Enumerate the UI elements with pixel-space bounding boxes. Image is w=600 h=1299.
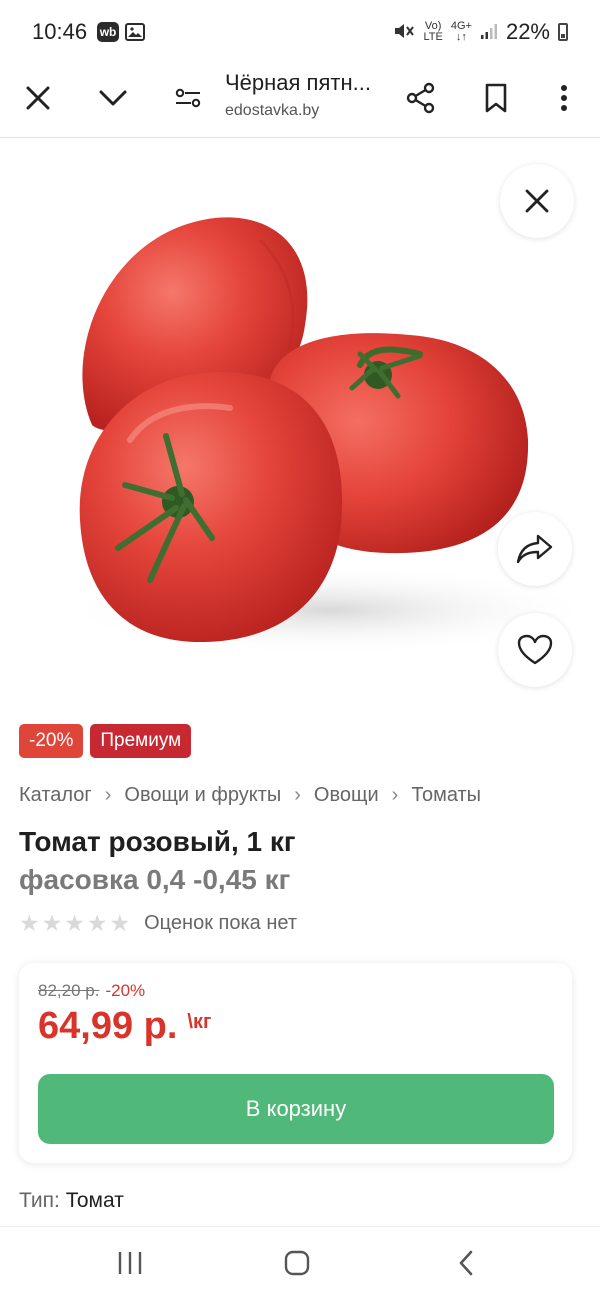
share-arrow-icon: [516, 534, 553, 564]
product-title: Томат розовый, 1 кг: [19, 826, 296, 857]
product-rating[interactable]: ★ ★ ★ ★ ★ Оценок пока нет: [19, 910, 297, 936]
close-gallery-button[interactable]: [500, 164, 574, 238]
share-icon[interactable]: [401, 78, 441, 118]
breadcrumb-item-fruits-vegetables[interactable]: Овощи и фрукты: [124, 784, 281, 807]
attribute-type: Тип: Томат: [19, 1189, 124, 1213]
status-right: Vo) LTE 4G+ ↓↑ 22%: [393, 19, 568, 45]
page-title: Чёрная пятн...: [225, 70, 371, 95]
discount-badge: -20%: [19, 724, 84, 758]
4g-bottom: ↓↑: [455, 31, 467, 43]
volte-indicator: Vo) LTE: [423, 21, 442, 43]
close-icon[interactable]: [18, 78, 58, 118]
mute-icon: [393, 21, 415, 44]
old-price: 82,20 р.: [38, 981, 100, 1000]
premium-badge: Премиум: [90, 724, 192, 758]
status-bar: 10:46 wb Vo) LTE 4G+ ↓↑ 22%: [0, 0, 600, 64]
breadcrumb-item-catalog[interactable]: Каталог: [19, 784, 92, 807]
current-price: 64,99 р.: [38, 1005, 178, 1047]
breadcrumb-item-tomatoes[interactable]: Томаты: [411, 784, 481, 807]
star-icon: ★: [41, 910, 63, 936]
price-unit: \кг: [187, 1011, 212, 1033]
star-icon: ★: [109, 910, 131, 936]
price-discount: -20%: [105, 981, 146, 1000]
browser-toolbar: Чёрная пятн... edostavka.by: [0, 64, 600, 138]
more-options-icon[interactable]: [544, 78, 584, 118]
product-packaging: фасовка 0,4 -0,45 кг: [19, 864, 291, 895]
price-card: 82,20 р. -20% 64,99 р. \кг В корзину: [19, 963, 572, 1163]
chevron-right-icon: ›: [104, 784, 112, 806]
page-title-block[interactable]: Чёрная пятн... edostavka.by: [225, 70, 390, 120]
system-navigation-bar: [0, 1226, 600, 1299]
page-settings-icon[interactable]: [168, 78, 208, 118]
signal-icon: [480, 22, 498, 43]
attribute-type-value: Томат: [65, 1189, 124, 1212]
attribute-type-label: Тип:: [19, 1189, 60, 1212]
page-url: edostavka.by: [225, 102, 320, 119]
chevron-down-icon[interactable]: [93, 78, 133, 118]
add-to-cart-button[interactable]: В корзину: [38, 1074, 554, 1144]
rating-text: Оценок пока нет: [144, 911, 297, 934]
star-icon: ★: [64, 910, 85, 936]
star-icon: ★: [19, 910, 40, 936]
volte-bottom: LTE: [423, 31, 443, 43]
back-icon[interactable]: [446, 1245, 486, 1281]
app-screen: 10:46 wb Vo) LTE 4G+ ↓↑ 22% Чёрная пятн.…: [0, 0, 600, 1299]
old-price-row: 82,20 р. -20%: [38, 981, 145, 1001]
product-badges: -20% Премиум: [19, 724, 192, 758]
gallery-notification-icon: [125, 23, 146, 41]
rating-stars: ★ ★ ★ ★ ★: [19, 910, 130, 936]
battery-percent: 22%: [505, 19, 550, 44]
share-product-button[interactable]: [498, 512, 572, 586]
bookmark-icon[interactable]: [476, 78, 516, 118]
status-time: 10:46: [32, 19, 88, 44]
heart-icon: [517, 634, 553, 665]
close-icon: [525, 189, 549, 213]
breadcrumb-item-vegetables[interactable]: Овощи: [314, 784, 379, 807]
chevron-right-icon: ›: [391, 784, 399, 806]
4g-indicator: 4G+ ↓↑: [451, 21, 472, 43]
home-icon[interactable]: [277, 1245, 317, 1281]
current-price-row: 64,99 р. \кг: [38, 1005, 211, 1048]
favorite-button[interactable]: [498, 613, 572, 687]
star-icon: ★: [86, 910, 108, 936]
battery-icon: [558, 23, 568, 41]
wb-app-icon: wb: [97, 22, 120, 42]
breadcrumb: Каталог › Овощи и фрукты › Овощи › Томат…: [19, 784, 481, 807]
recent-apps-icon[interactable]: [110, 1245, 150, 1281]
product-image-gallery[interactable]: [0, 140, 600, 710]
chevron-right-icon: ›: [294, 784, 301, 806]
